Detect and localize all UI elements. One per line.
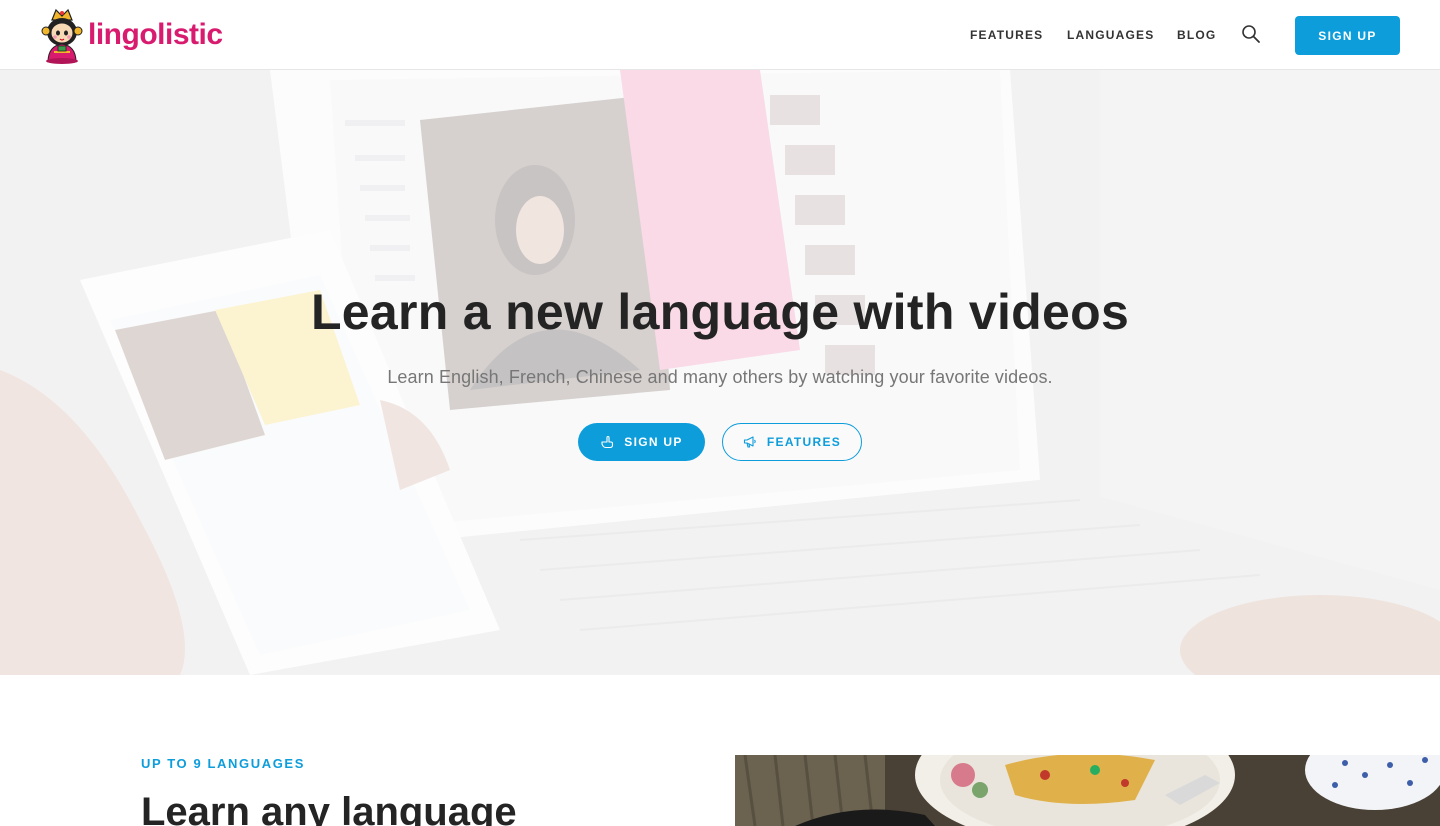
brand-name: lingolistic xyxy=(88,18,223,51)
nav-link-languages[interactable]: LANGUAGES xyxy=(1067,28,1154,42)
mascot-logo-icon xyxy=(41,8,83,64)
brand-logo[interactable]: lingolistic xyxy=(38,6,223,64)
megaphone-icon xyxy=(743,436,756,448)
section-eyebrow: UP TO 9 LANGUAGES xyxy=(141,756,305,771)
hero-features-button[interactable]: FEATURES xyxy=(722,423,862,461)
hand-pointer-icon xyxy=(601,435,614,449)
hero-section: Learn a new language with videos Learn E… xyxy=(0,70,1440,675)
nav-link-features[interactable]: FEATURES xyxy=(970,28,1043,42)
nav-link-blog[interactable]: BLOG xyxy=(1177,28,1216,42)
hero-title: Learn a new language with videos xyxy=(310,284,1130,340)
hero-subtitle: Learn English, French, Chinese and many … xyxy=(387,367,1053,387)
section-title: Learn any language xyxy=(141,790,517,826)
hero-signup-button[interactable]: SIGN UP xyxy=(578,423,705,461)
food-photo xyxy=(735,755,1440,826)
hero-features-label: FEATURES xyxy=(766,435,842,449)
top-navbar: lingolistic FEATURES LANGUAGES BLOG SIGN… xyxy=(0,0,1440,70)
hero-signup-label: SIGN UP xyxy=(624,435,683,449)
search-icon[interactable] xyxy=(1241,24,1261,44)
header-signup-button[interactable]: SIGN UP xyxy=(1295,16,1400,55)
